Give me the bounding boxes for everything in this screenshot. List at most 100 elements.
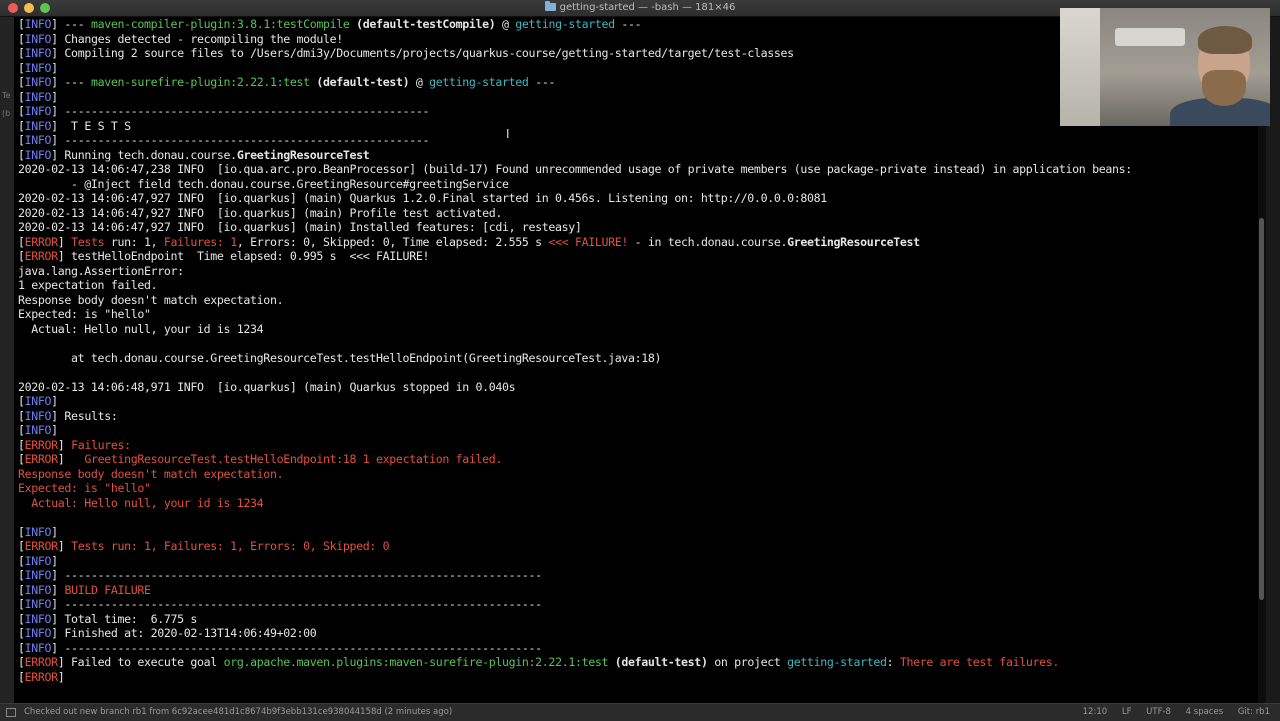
terminal-text-segment: INFO [24, 394, 52, 408]
terminal-text-segment: , Errors: 0, Skipped: 0, Time elapsed: 2… [236, 234, 549, 249]
terminal-text-segment: getting-started [429, 75, 529, 89]
terminal-text-segment: [ [18, 626, 25, 640]
terminal-text-segment: ] --------------------------------------… [51, 104, 430, 118]
terminal-line: [INFO] [18, 525, 1258, 540]
terminal-text-segment: Actual: Hello null, your id is 1234 [18, 321, 264, 336]
terminal-text-segment: ] Total time: 6.775 s [51, 611, 198, 626]
terminal-text-segment: [ [18, 147, 25, 162]
terminal-line: 2020-02-13 14:06:48,971 INFO [io.quarkus… [18, 380, 1258, 395]
terminal-text-segment: [ [18, 75, 25, 89]
window-title-text: getting-started — -bash — 181×46 [559, 2, 736, 13]
terminal-text-segment: ] --- [51, 75, 91, 89]
terminal-line: [INFO] ---------------------------------… [18, 568, 1258, 583]
terminal-text-segment: [ [18, 582, 25, 597]
terminal-text-segment: ] [51, 394, 58, 408]
git-branch[interactable]: Git: rb1 [1238, 707, 1270, 717]
terminal-text-segment: [ [18, 133, 25, 147]
terminal-line: [INFO] [18, 423, 1258, 438]
terminal-text-segment: (default-testCompile) [356, 17, 496, 31]
indent-setting[interactable]: 4 spaces [1186, 707, 1223, 717]
status-panel-icon[interactable] [6, 708, 16, 717]
terminal-text-segment: INFO [24, 553, 52, 568]
terminal-text-segment: [ [18, 597, 25, 611]
terminal-line: - @Inject field tech.donau.course.Greeti… [18, 177, 1258, 192]
terminal-text-segment: 2020-02-13 14:06:48,971 INFO [io.quarkus… [18, 379, 516, 394]
terminal-text-segment: INFO [24, 46, 52, 60]
terminal-text-segment: ] --------------------------------------… [51, 568, 542, 582]
terminal-text-segment: Failures: 1 [163, 234, 237, 249]
scrollbar-thumb[interactable] [1259, 218, 1264, 600]
terminal-line: Actual: Hello null, your id is 1234 [18, 322, 1258, 337]
terminal-text-segment: INFO [24, 626, 52, 640]
status-bar: Checked out new branch rb1 from 6c92acee… [0, 703, 1280, 721]
terminal-line: [INFO] ---------------------------------… [18, 597, 1258, 612]
terminal-text-segment: Expected: is "hello" [18, 307, 151, 321]
terminal-text-segment: ] [51, 582, 65, 597]
terminal-text-segment: INFO [24, 31, 52, 46]
terminal-text-segment: INFO [24, 611, 52, 626]
terminal-text-segment: INFO [24, 524, 52, 539]
terminal-text-segment: [ [18, 17, 25, 31]
terminal-text-segment: getting-started [515, 17, 615, 31]
terminal-text-segment: There are test failures. [899, 655, 1059, 669]
terminal-line: 2020-02-13 14:06:47,927 INFO [io.quarkus… [18, 220, 1258, 235]
terminal-text-segment: 2020-02-13 14:06:47,927 INFO [io.quarkus… [18, 220, 582, 234]
terminal-line: [ERROR] Tests run: 1, Failures: 1, Error… [18, 235, 1258, 250]
terminal-line: [INFO] ---------------------------------… [18, 133, 1258, 148]
terminal-text-segment: INFO [24, 104, 52, 118]
terminal-text-segment: GreetingResourceTest [787, 234, 920, 249]
file-encoding[interactable]: UTF-8 [1146, 707, 1171, 717]
cursor-position[interactable]: 12:10 [1083, 707, 1108, 717]
terminal-text-segment: Tests [71, 234, 105, 249]
terminal-line: Response body doesn't match expectation. [18, 293, 1258, 308]
terminal-text-segment: java.lang.AssertionError: [18, 263, 184, 278]
terminal-line: 2020-02-13 14:06:47,927 INFO [io.quarkus… [18, 206, 1258, 221]
terminal-line: [INFO] Finished at: 2020-02-13T14:06:49+… [18, 626, 1258, 641]
status-message[interactable]: Checked out new branch rb1 from 6c92acee… [24, 704, 452, 720]
terminal-text-segment: INFO [24, 133, 52, 147]
terminal-line: at tech.donau.course.GreetingResourceTes… [18, 351, 1258, 366]
terminal-text-segment: [ [18, 669, 25, 684]
terminal-line: 1 expectation failed. [18, 278, 1258, 293]
terminal-text-segment: Actual: Hello null, your id is 1234 [18, 495, 264, 510]
terminal-text-segment: ] [51, 553, 58, 568]
terminal-text-segment: [ [18, 89, 25, 104]
terminal-text-segment: [ [18, 394, 25, 408]
terminal-line: [ERROR] Failures: [18, 438, 1258, 453]
webcam-person-hair [1198, 26, 1252, 54]
terminal-line: [INFO] ---------------------------------… [18, 641, 1258, 656]
terminal-text-segment: ] testHelloEndpoint Time elapsed: 0.995 … [57, 249, 430, 263]
terminal-text-segment: Failures: [71, 437, 131, 452]
terminal-line: [ERROR] GreetingResourceTest.testHelloEn… [18, 452, 1258, 467]
terminal-line: [INFO] Running tech.donau.course.Greetin… [18, 148, 1258, 163]
terminal-line: [INFO] [18, 394, 1258, 409]
terminal-line: Expected: is "hello" [18, 481, 1258, 496]
terminal-text-segment: ] --- [51, 17, 91, 31]
terminal-text-segment: INFO [24, 89, 52, 104]
line-ending[interactable]: LF [1122, 707, 1132, 717]
terminal-line: 2020-02-13 14:06:47,238 INFO [io.qua.arc… [18, 162, 1258, 177]
terminal-text-segment: - @Inject field tech.donau.course.Greeti… [18, 176, 509, 191]
terminal-text-segment: ] --------------------------------------… [51, 640, 542, 655]
terminal-text-segment: run: 1, [104, 234, 164, 249]
terminal-text-segment: ERROR [24, 539, 59, 553]
terminal-text-segment: ERROR [24, 669, 59, 684]
text-cursor-icon: I [506, 127, 510, 141]
terminal-text-segment: [ [18, 234, 25, 249]
webcam-window-area [1060, 8, 1100, 126]
terminal-text-segment: @ [409, 75, 430, 89]
terminal-text-segment: ] Failed to execute goal [57, 655, 224, 669]
terminal-text-segment: [ [18, 118, 25, 133]
terminal-text-segment: INFO [24, 118, 52, 133]
terminal-text-segment: [ [18, 408, 25, 423]
terminal-text-segment: ] [51, 89, 58, 104]
terminal-text-segment: GreetingResourceTest [236, 147, 370, 162]
terminal-text-segment: ] Compiling 2 source files to /Users/dmi… [51, 46, 794, 60]
terminal-line: 2020-02-13 14:06:47,927 INFO [io.quarkus… [18, 191, 1258, 206]
terminal-text-segment: ] [57, 669, 65, 684]
terminal-text-segment: [ [18, 60, 25, 75]
terminal-text-segment: [ [18, 437, 25, 452]
